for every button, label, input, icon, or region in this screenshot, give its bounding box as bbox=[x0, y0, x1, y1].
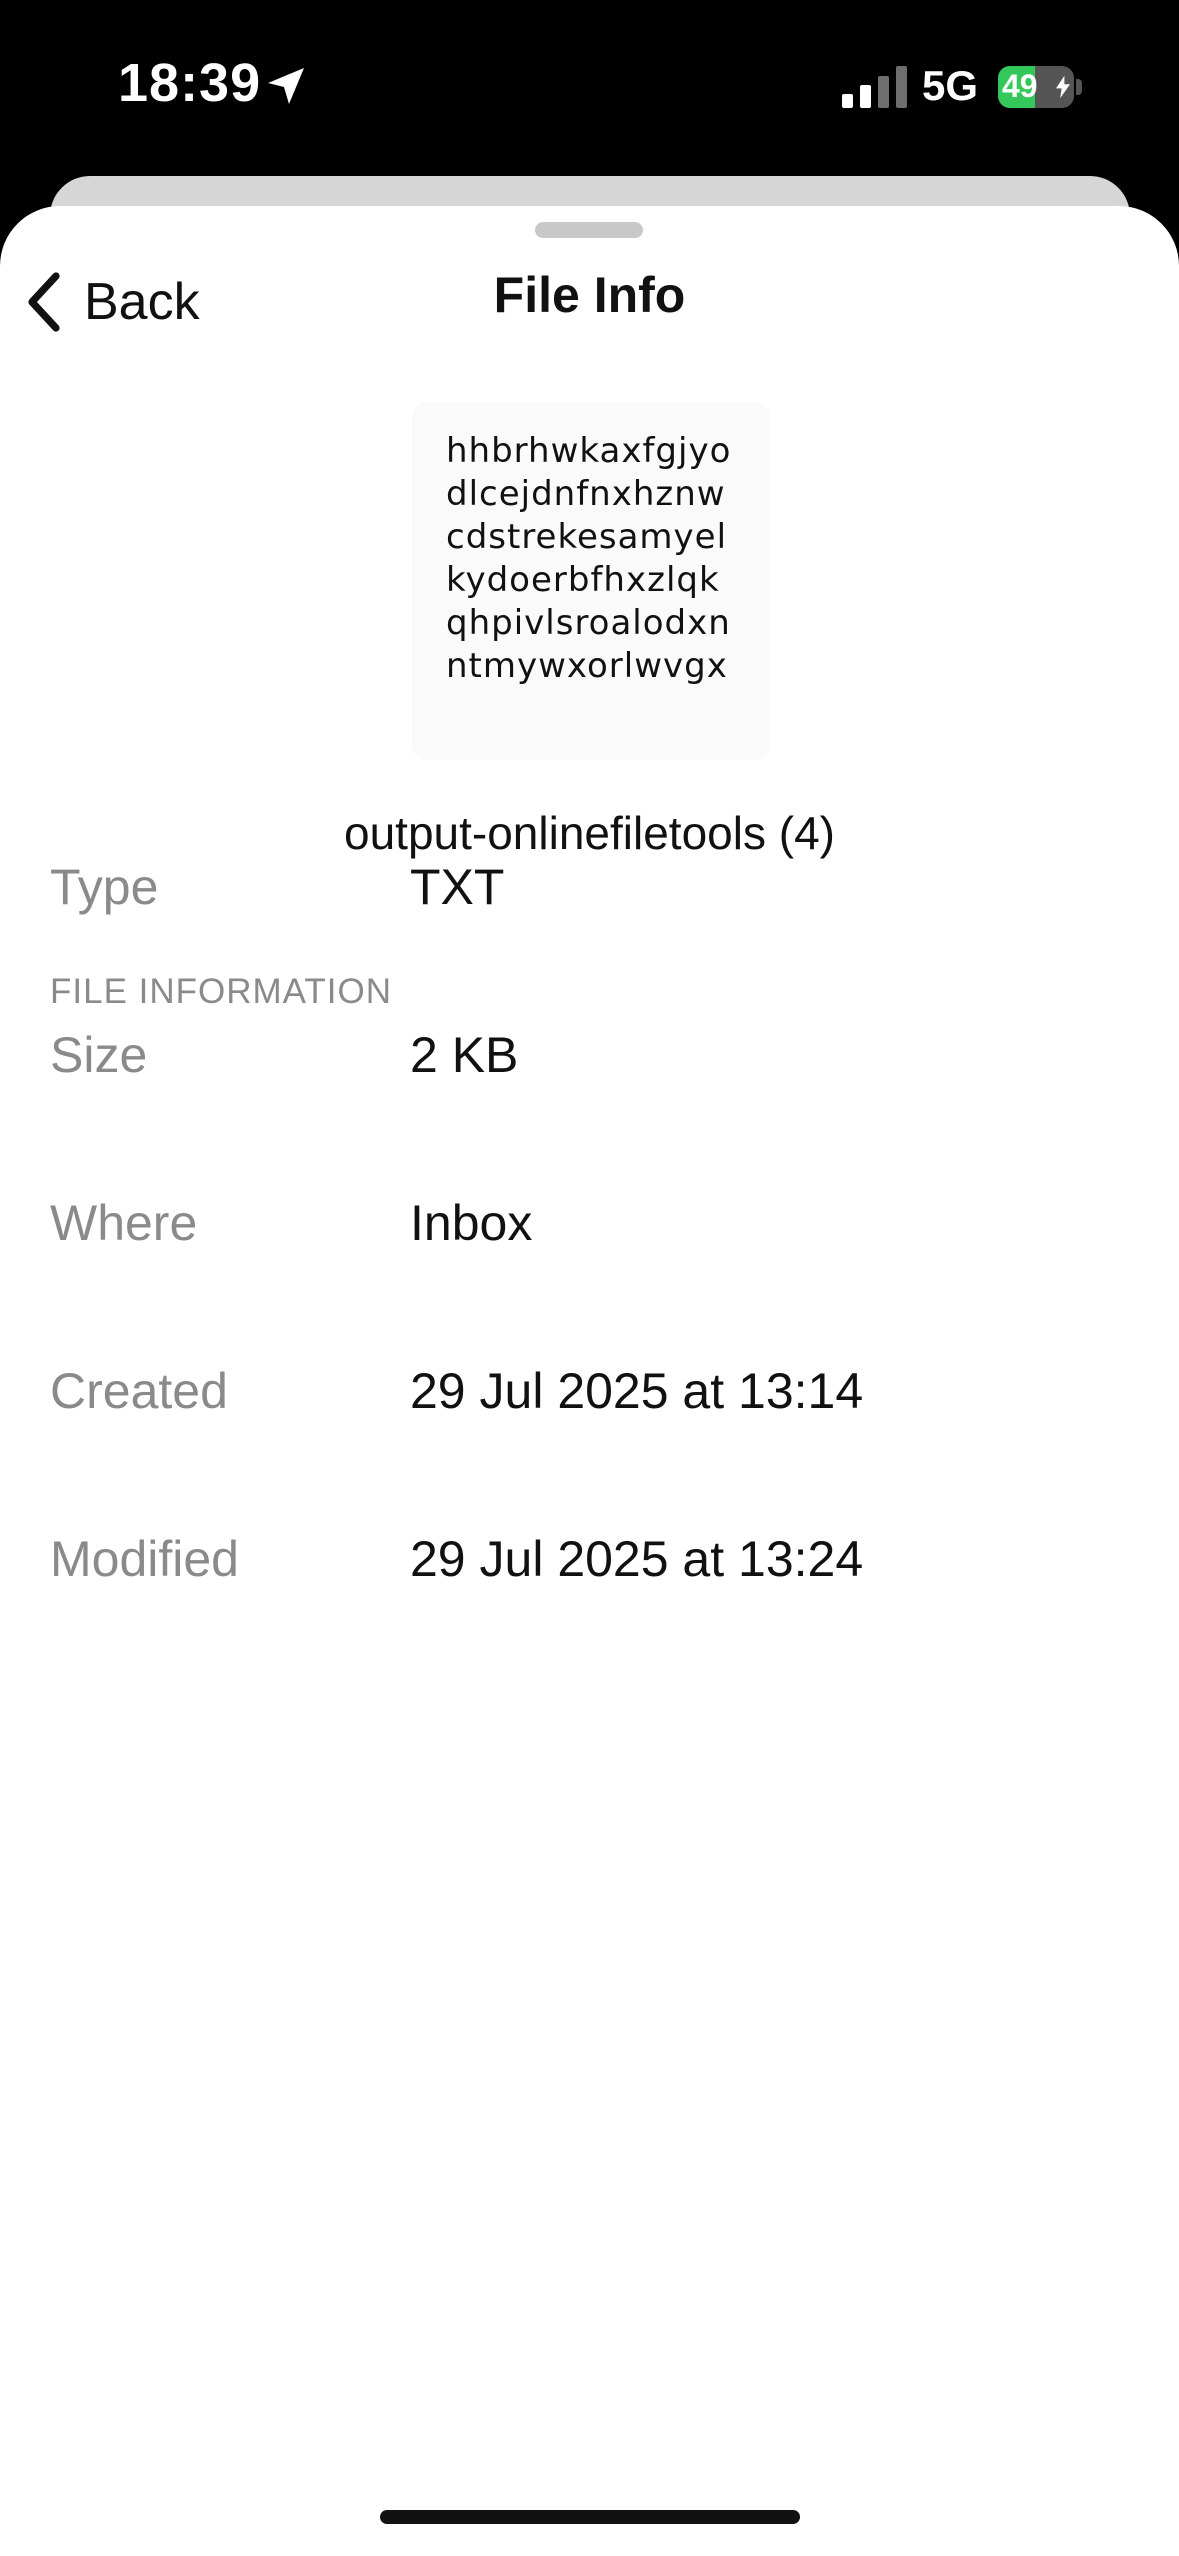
info-label: Size bbox=[50, 1027, 148, 1083]
sheet-grabber[interactable] bbox=[535, 222, 643, 238]
file-info-sheet: Back File Info hhbrhwkaxfgjyo dlcejdnfnxh… bbox=[0, 206, 1179, 2556]
info-row-size: Size 2 KB bbox=[0, 1026, 1179, 1126]
battery-cap bbox=[1076, 79, 1082, 95]
preview-text-line: qhpivlsroalodxn bbox=[446, 603, 731, 643]
preview-text-line: hhbrhwkaxfgjyo bbox=[446, 431, 732, 471]
preview-text-line: dlcejdnfnxhznw bbox=[446, 474, 726, 514]
home-indicator[interactable] bbox=[380, 2510, 800, 2524]
cellular-signal-icon bbox=[842, 66, 907, 108]
info-label: Modified bbox=[50, 1531, 239, 1587]
page-title: File Info bbox=[493, 267, 686, 323]
file-name: output-onlinefiletools (4) bbox=[344, 807, 835, 859]
battery-charging-icon: 49 bbox=[998, 66, 1082, 108]
location-arrow-icon bbox=[268, 68, 304, 104]
battery-level: 49 bbox=[1002, 68, 1038, 104]
preview-text-line: ntmywxorlwvgx bbox=[446, 646, 728, 686]
navigation-bar: Back File Info bbox=[0, 246, 1179, 358]
info-label: Where bbox=[50, 1195, 198, 1251]
info-row-created: Created 29 Jul 2025 at 13:14 bbox=[0, 1362, 1179, 1462]
status-time: 18:39 bbox=[118, 53, 262, 113]
info-row-modified: Modified 29 Jul 2025 at 13:24 bbox=[0, 1530, 1179, 1630]
file-preview-thumbnail[interactable]: hhbrhwkaxfgjyo dlcejdnfnxhznw cdstrekesamy… bbox=[412, 402, 770, 760]
screen: 18:39 5G 49 Back File Info hhbrhwkaxfgjy… bbox=[0, 0, 1179, 2556]
info-value: TXT bbox=[410, 859, 505, 915]
preview-text-line: kydoerbfhxzlqk bbox=[446, 560, 720, 600]
info-value: 29 Jul 2025 at 13:24 bbox=[410, 1531, 864, 1587]
info-label: Type bbox=[50, 859, 159, 915]
charging-bolt-icon bbox=[1056, 75, 1070, 99]
info-value: 2 KB bbox=[410, 1027, 519, 1083]
info-row-type: Type TXT bbox=[0, 858, 1179, 958]
network-label: 5G bbox=[922, 62, 979, 109]
info-row-where: Where Inbox bbox=[0, 1194, 1179, 1294]
status-bar: 18:39 5G 49 bbox=[0, 0, 1179, 170]
info-value: Inbox bbox=[410, 1195, 533, 1251]
info-label: Created bbox=[50, 1363, 228, 1419]
battery-body: 49 bbox=[998, 66, 1074, 108]
section-header: FILE INFORMATION bbox=[50, 972, 393, 1011]
preview-text-line: cdstrekesamyel bbox=[446, 517, 728, 557]
info-value: 29 Jul 2025 at 13:14 bbox=[410, 1363, 864, 1419]
